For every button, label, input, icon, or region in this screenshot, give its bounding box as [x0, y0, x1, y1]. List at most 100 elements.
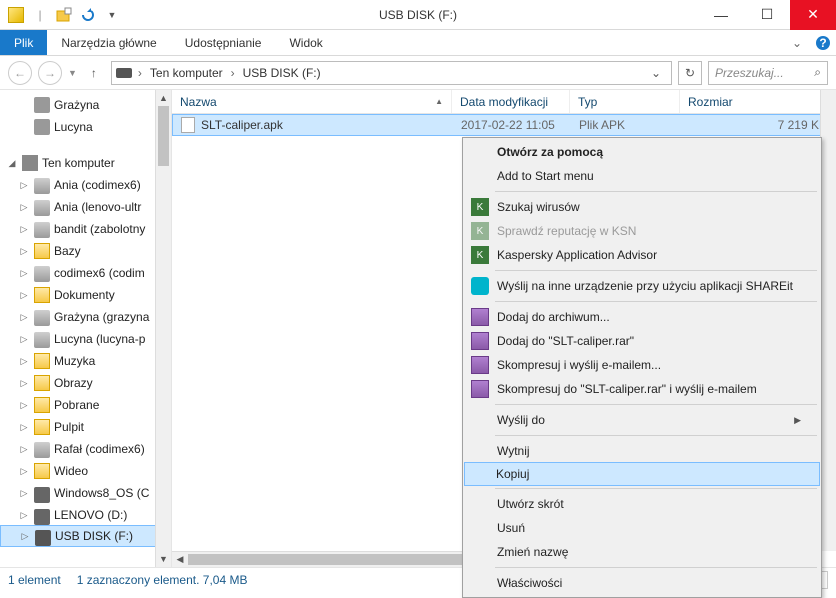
sidebar-item[interactable]: ▷codimex6 (codim [0, 262, 171, 284]
menu-ksn-reputation: KSprawdź reputację w KSN [465, 219, 819, 243]
qat-dropdown-icon[interactable]: ▼ [102, 5, 122, 25]
kaspersky-icon: K [471, 246, 489, 264]
sidebar-item-lucyna[interactable]: Lucyna [0, 116, 171, 138]
menu-rename[interactable]: Zmień nazwę [465, 540, 819, 564]
column-date[interactable]: Data modyfikacji [452, 90, 570, 113]
menu-kaspersky-advisor[interactable]: KKaspersky Application Advisor [465, 243, 819, 267]
navigation-sidebar: Grażyna Lucyna ◢Ten komputer ▷Ania (codi… [0, 90, 172, 567]
sidebar-item[interactable]: ▷LENOVO (D:) [0, 504, 171, 526]
menu-create-shortcut[interactable]: Utwórz skrót [465, 492, 819, 516]
menu-delete[interactable]: Usuń [465, 516, 819, 540]
tab-home[interactable]: Narzędzia główne [47, 30, 170, 55]
tab-view[interactable]: Widok [275, 30, 336, 55]
filepane-vscrollbar[interactable] [820, 90, 836, 551]
kaspersky-icon: K [471, 222, 489, 240]
menu-properties[interactable]: Właściwości [465, 571, 819, 595]
search-input[interactable]: Przeszukaj... ⌕ [708, 61, 828, 85]
address-box[interactable]: › Ten komputer › USB DISK (F:) ⌄ [111, 61, 672, 85]
menu-shareit[interactable]: Wyślij na inne urządzenie przy użyciu ap… [465, 274, 819, 298]
minimize-button[interactable]: — [698, 0, 744, 30]
maximize-button[interactable]: ☐ [744, 0, 790, 30]
menu-add-to-rar[interactable]: Dodaj do "SLT-caliper.rar" [465, 329, 819, 353]
menu-compress-email[interactable]: Skompresuj i wyślij e-mailem... [465, 353, 819, 377]
pc-icon [22, 155, 38, 171]
column-headers: Nazwa ▲ Data modyfikacji Typ Rozmiar [172, 90, 836, 114]
column-label: Nazwa [180, 95, 217, 109]
menu-scan-viruses[interactable]: KSzukaj wirusów [465, 195, 819, 219]
breadcrumb-root[interactable]: Ten komputer [148, 66, 225, 80]
sidebar-item[interactable]: ▷Rafał (codimex6) [0, 438, 171, 460]
menu-label: Usuń [497, 521, 525, 535]
search-icon: ⌕ [814, 65, 821, 80]
winrar-icon [471, 308, 489, 326]
sort-indicator-icon: ▲ [435, 97, 443, 106]
kaspersky-icon: K [471, 198, 489, 216]
sidebar-item[interactable]: ▷Wideo [0, 460, 171, 482]
refresh-button[interactable]: ↻ [678, 61, 702, 85]
up-button[interactable]: ↑ [83, 62, 105, 84]
sidebar-item[interactable]: ▷bandit (zabolotny [0, 218, 171, 240]
sidebar-item[interactable]: ▷Dokumenty [0, 284, 171, 306]
sidebar-item-this-pc[interactable]: ◢Ten komputer [0, 152, 171, 174]
sidebar-item-usb-disk[interactable]: ▷USB DISK (F:) [0, 525, 171, 547]
crumb-chevron-icon[interactable]: › [136, 66, 144, 80]
scroll-down-icon[interactable]: ▼ [156, 551, 171, 567]
sidebar-item[interactable]: ▷Obrazy [0, 372, 171, 394]
column-name[interactable]: Nazwa ▲ [172, 90, 452, 113]
sidebar-item-label: Pulpit [54, 420, 84, 434]
sidebar-item[interactable]: ▷Ania (codimex6) [0, 174, 171, 196]
new-folder-icon[interactable] [54, 5, 74, 25]
breadcrumb-current[interactable]: USB DISK (F:) [241, 66, 323, 80]
scroll-up-icon[interactable]: ▲ [156, 90, 171, 106]
twisty-icon[interactable]: ▷ [18, 180, 30, 191]
sidebar-item-grazyna[interactable]: Grażyna [0, 94, 171, 116]
qat-separator: | [30, 5, 50, 25]
undo-icon[interactable] [78, 5, 98, 25]
sidebar-item[interactable]: ▷Muzyka [0, 350, 171, 372]
scroll-left-icon[interactable]: ◀ [172, 554, 188, 565]
sidebar-item-label: Muzyka [54, 354, 95, 368]
menu-cut[interactable]: Wytnij [465, 439, 819, 463]
sidebar-item[interactable]: ▷Grażyna (grazyna [0, 306, 171, 328]
menu-separator [495, 567, 817, 568]
help-icon[interactable]: ? [810, 30, 836, 55]
menu-compress-rar-email[interactable]: Skompresuj do "SLT-caliper.rar" i wyślij… [465, 377, 819, 401]
history-dropdown-icon[interactable]: ▼ [68, 68, 77, 78]
tab-file[interactable]: Plik [0, 30, 47, 55]
menu-send-to[interactable]: Wyślij do▶ [465, 408, 819, 432]
menu-label: Kopiuj [496, 467, 529, 481]
sidebar-item[interactable]: ▷Ania (lenovo-ultr [0, 196, 171, 218]
tab-share[interactable]: Udostępnianie [171, 30, 276, 55]
twisty-icon[interactable]: ◢ [6, 158, 18, 169]
sidebar-item-label: codimex6 (codim [54, 266, 145, 280]
menu-add-to-archive[interactable]: Dodaj do archiwum... [465, 305, 819, 329]
sidebar-item-label: Rafał (codimex6) [54, 442, 145, 456]
sidebar-item[interactable]: ▷Lucyna (lucyna-p [0, 328, 171, 350]
sidebar-item-label: Grażyna (grazyna [54, 310, 149, 324]
forward-button[interactable]: → [38, 61, 62, 85]
menu-label: Skompresuj do "SLT-caliper.rar" i wyślij… [497, 382, 757, 396]
sidebar-item-label: Windows8_OS (C [54, 486, 149, 500]
column-size[interactable]: Rozmiar [680, 90, 836, 113]
back-button[interactable]: ← [8, 61, 32, 85]
address-dropdown-icon[interactable]: ⌄ [645, 66, 667, 80]
menu-add-to-start[interactable]: Add to Start menu [465, 164, 819, 188]
file-row[interactable]: SLT-caliper.apk 2017-02-22 11:05 Plik AP… [172, 114, 836, 136]
scroll-thumb[interactable] [158, 106, 169, 166]
menu-copy[interactable]: Kopiuj [464, 462, 820, 486]
sidebar-item[interactable]: ▷Pulpit [0, 416, 171, 438]
file-size: 7 219 KB [681, 118, 835, 132]
close-button[interactable]: ✕ [790, 0, 836, 30]
sidebar-item[interactable]: ▷Windows8_OS (C [0, 482, 171, 504]
ribbon-expand-icon[interactable]: ⌄ [784, 30, 810, 55]
sidebar-item[interactable]: ▷Bazy [0, 240, 171, 262]
crumb-chevron-icon[interactable]: › [229, 66, 237, 80]
sidebar-item[interactable]: ▷Pobrane [0, 394, 171, 416]
menu-label: Właściwości [497, 576, 562, 590]
file-type: Plik APK [571, 118, 681, 132]
quick-access-toolbar: | ▼ [0, 5, 122, 25]
menu-open-with[interactable]: Otwórz za pomocą [465, 140, 819, 164]
column-type[interactable]: Typ [570, 90, 680, 113]
menu-separator [495, 488, 817, 489]
sidebar-scrollbar[interactable]: ▲ ▼ [155, 90, 171, 567]
